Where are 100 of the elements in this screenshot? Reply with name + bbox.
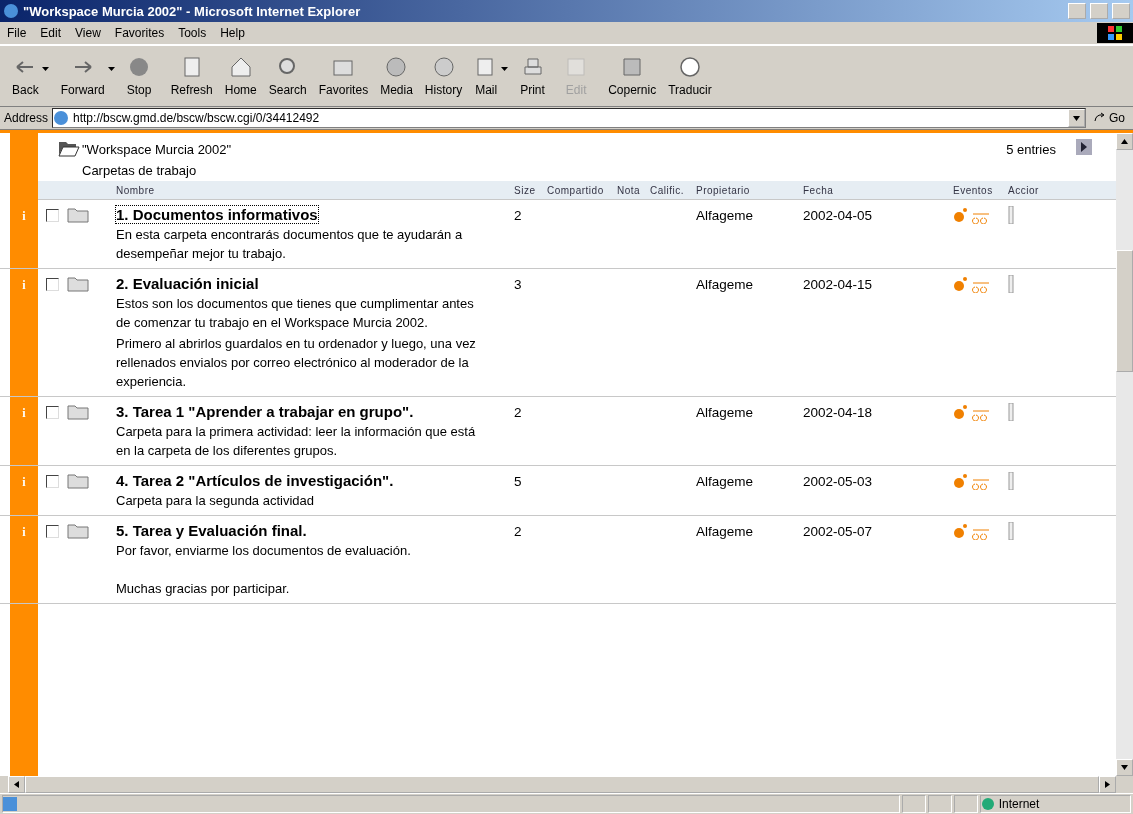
browser-icon [3, 3, 19, 19]
folder-description: Estos son los documentos que tienes que cumplimentar antes de comenzar tu trabajo en el Workspace Murcia 2002. [116, 295, 475, 332]
folder-description: En esta carpeta encontrarás documentos que te ayudarán a desempeñar mejor tu trabajo. [116, 226, 464, 263]
date-cell-text: 2002-04-15 [803, 276, 874, 294]
folder-link[interactable]: 1. Documentos informativos [116, 206, 318, 223]
checkbox[interactable] [46, 525, 59, 538]
column-header[interactable]: Calific. [650, 184, 696, 196]
minimize-button[interactable] [1068, 3, 1086, 19]
address-label: Address [4, 111, 49, 125]
folder-link[interactable]: 4. Tarea 2 "Artículos de investigación". [116, 472, 394, 489]
folder-subtitle: Carpetas de trabajo [82, 162, 198, 180]
toolbar-button[interactable]: Media [374, 55, 419, 97]
checkbox[interactable] [46, 209, 59, 222]
globe-icon [980, 797, 995, 811]
column-header[interactable]: Eventos [953, 184, 1008, 196]
date-cell-text: 2002-04-18 [803, 404, 874, 422]
dropdown-button[interactable] [1067, 109, 1085, 127]
media-icon [384, 55, 409, 79]
folder-description: Carpeta para la primera actividad: leer la información que está en la carpeta de los diferentes grupos. [116, 423, 477, 460]
folder-description: Carpeta para la segunda actividad [116, 492, 316, 510]
folder-link[interactable]: 5. Tarea y Evaluación final. [116, 522, 307, 539]
size-cell-text: 5 [514, 473, 523, 491]
action-button-icon[interactable] [1008, 206, 1014, 224]
folder-description: Primero al abrirlos guardalos en tu ordenador y luego, una vez rellenados envialos por correo electrónico al moderador de la experiencia. [116, 335, 477, 391]
folder-icon [67, 206, 89, 223]
owner-cell-text: Alfageme [696, 404, 755, 422]
folder-link[interactable]: 2. Evaluación inicial [116, 275, 259, 292]
folder-link[interactable]: 3. Tarea 1 "Aprender a trabajar en grupo". [116, 403, 414, 420]
column-header[interactable]: Nota [617, 184, 650, 196]
size-cell-text: 3 [514, 276, 523, 294]
action-button-icon[interactable] [1008, 403, 1014, 421]
menu-item[interactable]: View [68, 26, 108, 40]
toolbar-button[interactable]: Refresh [164, 55, 219, 97]
column-header[interactable]: Propietario [696, 184, 803, 196]
caret-icon[interactable] [41, 67, 49, 71]
menu-item[interactable]: Favorites [107, 26, 172, 40]
menu-item[interactable]: Help [213, 26, 252, 40]
caret-icon[interactable] [107, 67, 115, 71]
folder-note: Muchas gracias por participar. [116, 580, 291, 598]
folder-icon [67, 275, 89, 292]
page-icon [3, 797, 17, 811]
caret-icon [1072, 114, 1080, 122]
scroll-thumb[interactable] [1116, 250, 1133, 372]
up-arrow-icon [1121, 138, 1128, 145]
caret-icon[interactable] [501, 67, 509, 71]
column-header[interactable]: Compartido [547, 184, 617, 196]
toolbar-button[interactable]: Stop [120, 55, 165, 97]
size-cell-text: 2 [514, 523, 523, 541]
toolbar-button[interactable]: Traducir [662, 55, 718, 97]
owner-cell-text: Alfageme [696, 276, 755, 294]
toolbar-button[interactable]: Favorites [312, 55, 375, 97]
folder-icon [67, 403, 89, 420]
menu-item[interactable]: File [0, 26, 34, 40]
folder-icon [67, 472, 89, 489]
go-arrow-icon [1093, 112, 1106, 122]
close-button[interactable] [1112, 3, 1130, 19]
toolbar-button[interactable]: Print [514, 55, 559, 97]
toolbar-button[interactable]: Back [6, 55, 55, 97]
page-icon [53, 110, 70, 126]
column-header[interactable]: Accior [1008, 184, 1046, 196]
toolbar-button[interactable]: Mail [468, 55, 515, 97]
folder-title: "Workspace Murcia 2002" [82, 141, 233, 159]
address-field[interactable]: http://bscw.gmd.de/bscw/bscw.cgi/0/34412492 [52, 108, 1086, 128]
column-header[interactable]: Size [514, 184, 547, 196]
date-cell-text: 2002-05-07 [803, 523, 874, 541]
open-folder-icon [58, 139, 80, 157]
date-cell-text: 2002-04-05 [803, 207, 874, 225]
home-icon [228, 55, 253, 79]
owner-cell-text: Alfageme [696, 207, 755, 225]
column-header[interactable]: Nombre [116, 184, 514, 196]
folder-icon [67, 522, 89, 539]
history-icon [431, 55, 456, 79]
toolbar-button[interactable]: Search [262, 55, 313, 97]
translate-icon [678, 55, 702, 79]
size-cell-text: 2 [514, 404, 523, 422]
menu-item[interactable]: Edit [33, 26, 69, 40]
checkbox[interactable] [46, 475, 59, 488]
go-button[interactable]: Go [1089, 111, 1129, 125]
action-button-icon[interactable] [1008, 275, 1014, 293]
zone-label: Internet [998, 797, 1040, 811]
window-title: "Workspace Murcia 2002" - Microsoft Internet Explorer [23, 3, 362, 19]
date-cell-text: 2002-05-03 [803, 473, 874, 491]
column-header[interactable]: Fecha [803, 184, 953, 196]
folder-description: Por favor, enviarme los documentos de evaluación. [116, 542, 412, 560]
checkbox[interactable] [46, 278, 59, 291]
action-button-icon[interactable] [1008, 472, 1014, 490]
toolbar-button[interactable]: Home [218, 55, 263, 97]
checkbox[interactable] [46, 406, 59, 419]
entry-count: 5 entries [1006, 141, 1057, 159]
action-button-icon[interactable] [1008, 522, 1014, 540]
maximize-button[interactable] [1090, 3, 1108, 19]
toolbar-button[interactable]: Forward [54, 55, 121, 97]
vertical-scrollbar[interactable] [1116, 133, 1133, 776]
menu-item[interactable]: Tools [171, 26, 214, 40]
toolbar-button[interactable]: Copernic [602, 55, 663, 97]
owner-cell-text: Alfageme [696, 473, 755, 491]
size-cell-text: 2 [514, 207, 523, 225]
owner-cell-text: Alfageme [696, 523, 755, 541]
toolbar-button[interactable]: History [418, 55, 469, 97]
right-arrow-icon [1104, 781, 1111, 788]
